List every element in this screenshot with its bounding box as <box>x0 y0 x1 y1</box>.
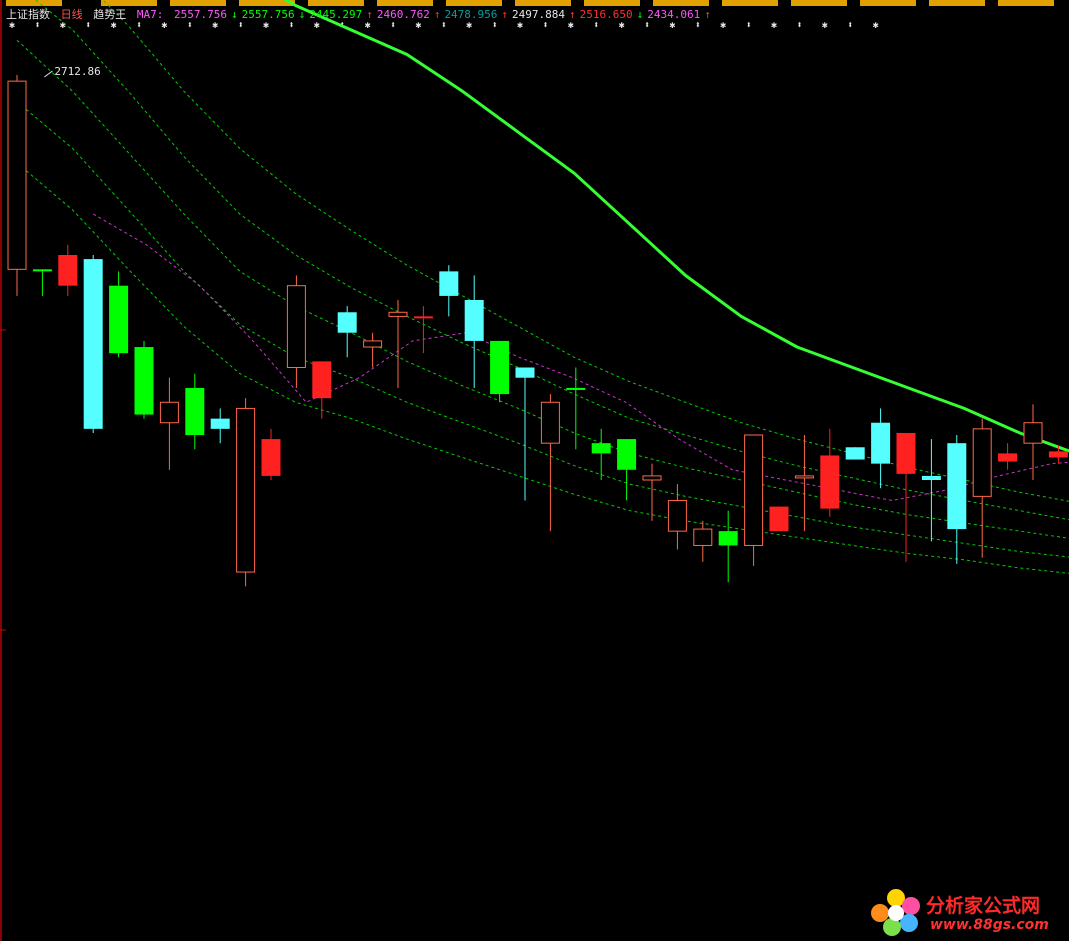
candle-body <box>1048 451 1068 458</box>
candle-body <box>210 418 230 429</box>
ma-value-7: 2434.061 <box>647 8 701 21</box>
high-pointer <box>44 70 53 78</box>
candle-body <box>1023 422 1043 444</box>
ma-arrow-2: ↑ <box>366 8 373 21</box>
ma-value-4: 2478.956 <box>444 8 498 21</box>
ma-arrow-1: ↓ <box>298 8 306 21</box>
ma-arrow-4: ↑ <box>501 8 509 21</box>
signal-marker: ✱ <box>720 20 726 31</box>
candle-body <box>972 428 992 497</box>
candle-body <box>591 443 611 454</box>
candle-body <box>693 528 713 546</box>
signal-marker: ⬍ <box>746 20 752 31</box>
candle-body <box>617 439 637 470</box>
ma-value-2: 2445.297 <box>309 8 363 21</box>
candle-body <box>413 316 433 319</box>
candle-body <box>947 443 967 530</box>
candle-body <box>312 361 332 399</box>
ma-arrow-7: ↑ <box>704 8 711 21</box>
candle-body <box>718 531 738 546</box>
chart-header: 上证指数 日线 趋势王 MA7: 2557.756 ↓ 2557.756 ↓ 2445.… <box>6 8 719 22</box>
candle-body <box>566 387 586 390</box>
candle-body <box>667 499 687 532</box>
candle-body <box>363 340 383 348</box>
candle-body <box>490 340 510 395</box>
candle-body <box>32 269 52 272</box>
candle-body <box>134 347 154 415</box>
candle-body <box>185 387 205 435</box>
candle-body <box>845 447 865 460</box>
watermark-logo: 分析家公式网 www.88gs.com <box>870 885 1066 939</box>
ma-value-6: 2516.650 <box>579 8 633 21</box>
candle-body <box>286 285 306 369</box>
candle-body <box>83 259 103 429</box>
line-band5 <box>16 162 1069 574</box>
candle-body <box>261 439 281 476</box>
high-label: 2712.86 <box>54 65 100 78</box>
candle-body <box>896 432 916 474</box>
ma-label: MA7: <box>136 8 164 21</box>
candle-body <box>998 453 1018 462</box>
line-trend <box>283 0 1069 453</box>
candle-body <box>388 311 408 317</box>
ma-arrow-0: ↓ <box>230 8 238 21</box>
period-label: 日线 <box>60 8 83 21</box>
ma-arrow-3: ↑ <box>433 8 441 21</box>
ma-value-1: 2557.756 <box>241 8 295 21</box>
candle-body <box>871 422 891 464</box>
candle-body <box>540 401 560 444</box>
candle-body <box>159 401 179 424</box>
ma-arrow-5: ↑ <box>569 8 576 21</box>
candle-body <box>337 312 357 333</box>
indicator-name: 趋势王 <box>93 8 127 21</box>
candle-body <box>820 455 840 509</box>
signal-marker: ⬍ <box>796 20 802 31</box>
candle-body <box>439 271 459 296</box>
ma-value-0: 2557.756 <box>174 8 227 21</box>
signal-marker: ✱ <box>771 20 777 31</box>
candle-body <box>7 80 27 270</box>
ma-arrow-6: ↓ <box>636 8 644 21</box>
candle-body <box>744 434 764 546</box>
signal-marker: ⬍ <box>847 20 853 31</box>
candle-body <box>794 475 814 479</box>
ma-value-5: 2497.884 <box>512 8 566 21</box>
candle-body <box>109 285 129 354</box>
line-band1 <box>102 0 1069 502</box>
candle-body <box>769 506 789 532</box>
ma-value-3: 2460.762 <box>376 8 430 21</box>
flower-icon <box>871 889 920 936</box>
candle-body <box>464 300 484 341</box>
candle-body <box>58 255 78 286</box>
candle-body <box>515 367 535 378</box>
candle-body <box>642 475 662 481</box>
signal-marker: ✱ <box>873 20 879 31</box>
candle-body <box>921 475 941 480</box>
candlestick-chart: ✱ ⬍ ✱ ⬍ ✱ ⬍ ✱ ⬍ ✱ ⬍ ✱ ⬍ ✱ ⬍ ✱ ⬍ ✱ ⬍ ✱ ⬍ ✱ ⬍ ✱ ⬍ ✱ ⬍ ✱ ⬍ ✱ ⬍ ✱ ⬍ ✱ ⬍ ✱2712.… <box>0 0 1069 631</box>
watermark-title: 分析家公式网 <box>926 895 1041 917</box>
ma-values: 2557.756 ↓ 2557.756 ↓ 2445.297 ↑ 2460.762 ↑ 2478… <box>174 8 715 21</box>
signal-marker: ✱ <box>822 20 828 31</box>
watermark-url: www.88gs.com <box>930 917 1049 933</box>
index-name: 上证指数 <box>6 8 50 21</box>
candle-body <box>236 407 256 573</box>
